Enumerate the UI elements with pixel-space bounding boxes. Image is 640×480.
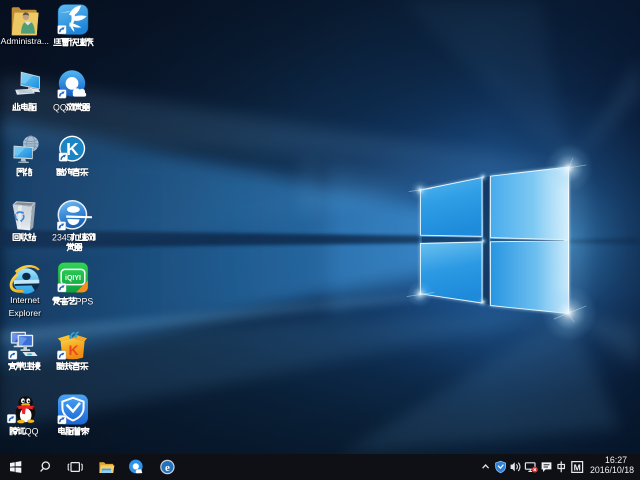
svg-text:K: K	[69, 342, 79, 358]
svg-text:PPS: PPS	[75, 296, 93, 306]
svg-text:e: e	[165, 462, 170, 474]
svg-text:QQ: QQ	[25, 427, 39, 437]
svg-text:2345: 2345	[52, 232, 72, 242]
svg-text:QQ: QQ	[53, 102, 67, 112]
svg-text:iQIYI: iQIYI	[65, 275, 81, 282]
svg-text:M: M	[574, 462, 581, 472]
svg-text:K: K	[66, 139, 79, 159]
